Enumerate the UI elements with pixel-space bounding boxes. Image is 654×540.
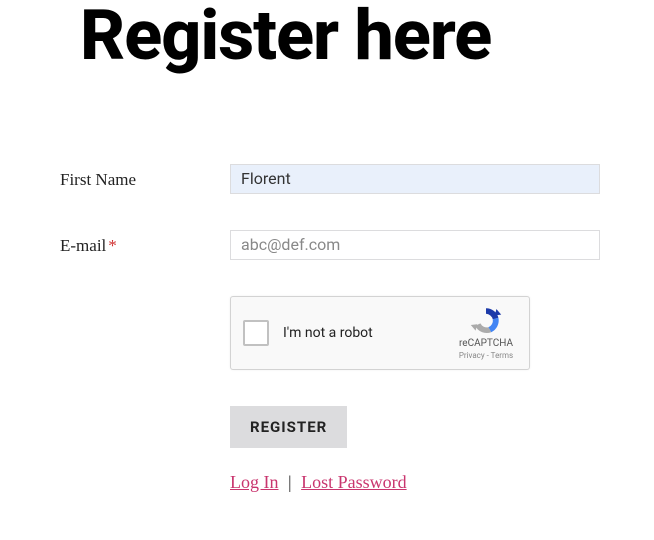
register-button[interactable]: REGISTER <box>230 406 347 448</box>
recaptcha-legal[interactable]: Privacy - Terms <box>453 351 519 361</box>
recaptcha-widget: I'm not a robot reCAPTCHA Privacy - Term… <box>230 296 530 370</box>
auth-links: Log In | Lost Password <box>230 472 654 493</box>
required-mark: * <box>108 236 117 255</box>
submit-row: REGISTER <box>60 406 654 448</box>
email-input[interactable] <box>230 230 600 260</box>
recaptcha-brand: reCAPTCHA <box>453 338 519 349</box>
recaptcha-checkbox[interactable] <box>243 320 269 346</box>
email-row: E-mail* <box>60 230 654 260</box>
recaptcha-logo-icon <box>470 305 502 337</box>
email-label-text: E-mail <box>60 236 106 255</box>
recaptcha-row: I'm not a robot reCAPTCHA Privacy - Term… <box>60 296 654 370</box>
lost-password-link[interactable]: Lost Password <box>301 472 407 492</box>
recaptcha-label: I'm not a robot <box>283 325 373 341</box>
login-link[interactable]: Log In <box>230 472 279 492</box>
email-label: E-mail* <box>60 230 230 256</box>
page-title: Register here <box>80 0 654 74</box>
link-separator: | <box>288 472 292 492</box>
first-name-row: First Name <box>60 164 654 194</box>
first-name-label: First Name <box>60 164 230 190</box>
first-name-input[interactable] <box>230 164 600 194</box>
